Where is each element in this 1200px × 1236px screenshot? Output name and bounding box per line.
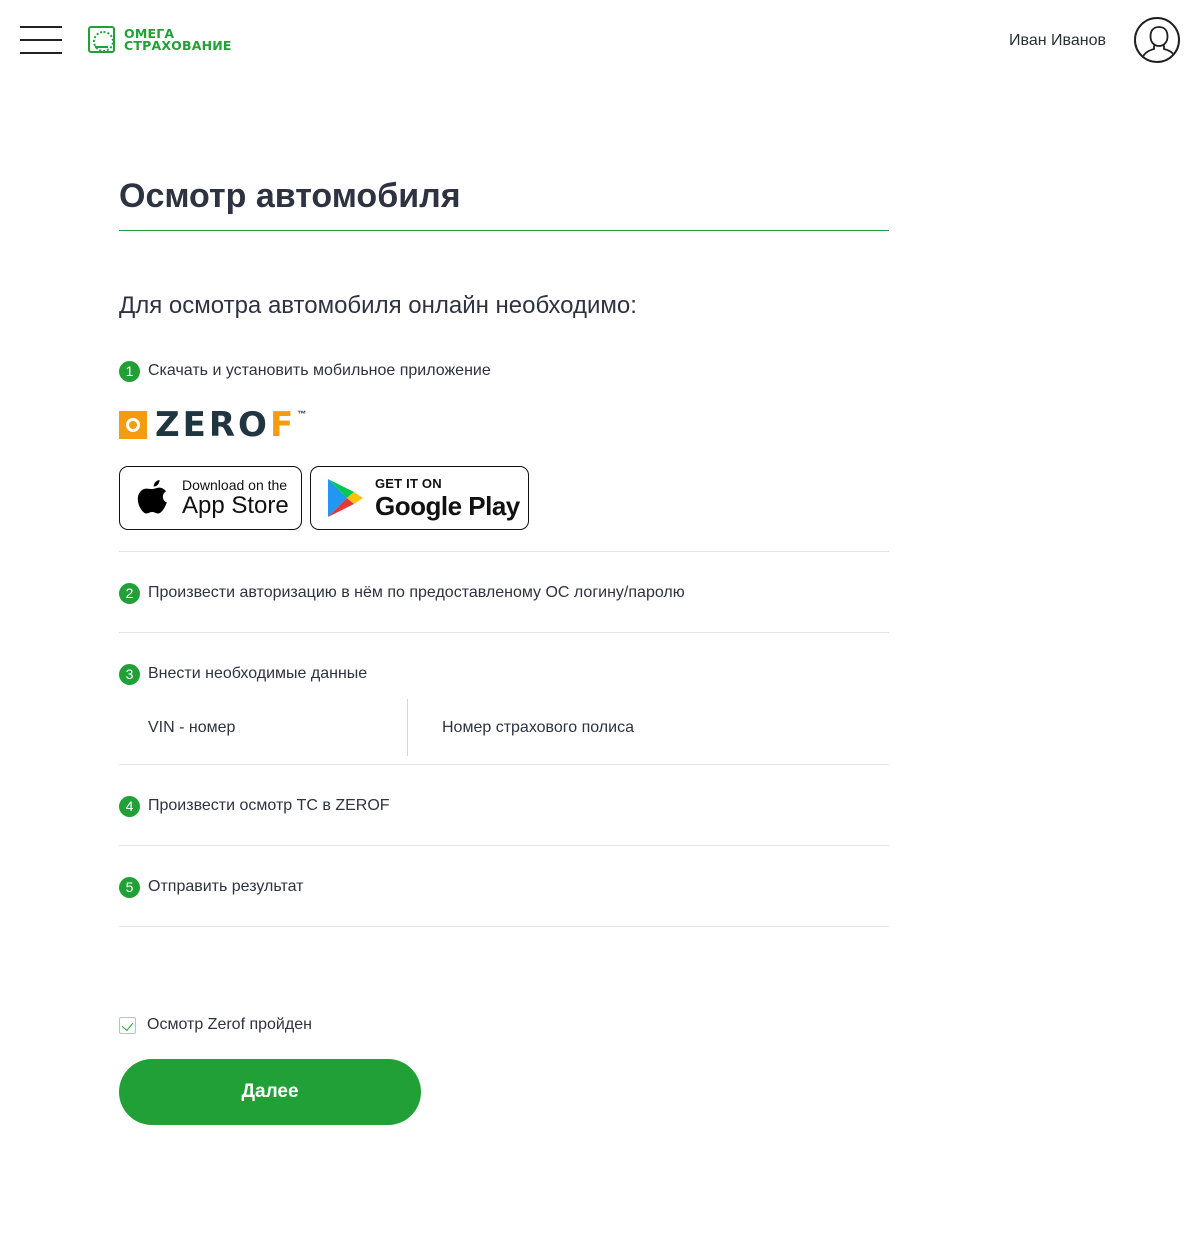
step-text: Отправить результат [148, 878, 304, 895]
google-play-button[interactable]: GET IT ON Google Play [310, 466, 529, 530]
zerof-done-label[interactable]: Осмотр Zerof пройден [147, 1016, 312, 1034]
page-title: Осмотр автомобиля [119, 170, 889, 231]
step-4: 4 Произвести осмотр ТС в ZEROF [119, 765, 889, 846]
next-button[interactable]: Далее [119, 1059, 421, 1125]
vin-input[interactable]: VIN - номер [119, 699, 408, 756]
step-text: Произвести осмотр ТС в ZEROF [148, 797, 390, 814]
google-play-icon [328, 479, 363, 517]
step-text: Внести необходимые данные [148, 665, 368, 682]
menu-icon[interactable] [20, 26, 62, 54]
main-content: Осмотр автомобиля Для осмотра автомобиля… [119, 170, 889, 927]
google-play-small-text: GET IT ON [375, 475, 442, 491]
step-text: Скачать и установить мобильное приложени… [148, 362, 491, 379]
user-name[interactable]: Иван Иванов [1009, 32, 1106, 50]
logo-text: ОМЕГА СТРАХОВАНИЕ [124, 27, 232, 53]
step-number: 4 [119, 795, 140, 817]
logo-mark-icon [88, 26, 115, 53]
step-number: 2 [119, 582, 140, 604]
zerof-logo-icon [119, 411, 147, 439]
step-number: 3 [119, 663, 140, 685]
zerof-logo: ZEROF ™ [119, 408, 889, 442]
app-store-small-text: Download on the [182, 477, 288, 493]
apple-icon [137, 480, 167, 514]
checkmark-icon[interactable] [119, 1016, 136, 1034]
logo-line-2: СТРАХОВАНИЕ [124, 37, 232, 53]
app-store-button[interactable]: Download on the App Store [119, 466, 302, 530]
data-fields: VIN - номер Номер страхового полиса [119, 699, 889, 756]
store-badges: Download on the App Store GET IT ON Goog… [119, 466, 889, 530]
zerof-word: ZERO [155, 405, 270, 445]
step-3: 3 Внести необходимые данные VIN - номер … [119, 633, 889, 765]
intro-text: Для осмотра автомобиля онлайн необходимо… [119, 292, 637, 319]
step-number: 5 [119, 876, 140, 898]
step-1: 1 Скачать и установить мобильное приложе… [119, 360, 889, 552]
zerof-trademark: ™ [297, 409, 307, 419]
zerof-done-checkbox-row[interactable]: Осмотр Zerof пройден [119, 1016, 312, 1034]
step-5: 5 Отправить результат [119, 846, 889, 927]
app-store-big-text: App Store [182, 492, 289, 519]
step-number: 1 [119, 360, 140, 382]
policy-number-input[interactable]: Номер страхового полиса [408, 699, 634, 756]
step-text: Произвести авторизацию в нём по предоста… [148, 584, 685, 601]
google-play-big-text: Google Play [375, 490, 520, 521]
omega-logo[interactable]: ОМЕГА СТРАХОВАНИЕ [88, 26, 232, 53]
user-avatar-icon[interactable] [1134, 17, 1180, 63]
zerof-last-letter: F [269, 405, 297, 445]
step-2: 2 Произвести авторизацию в нём по предос… [119, 552, 889, 633]
